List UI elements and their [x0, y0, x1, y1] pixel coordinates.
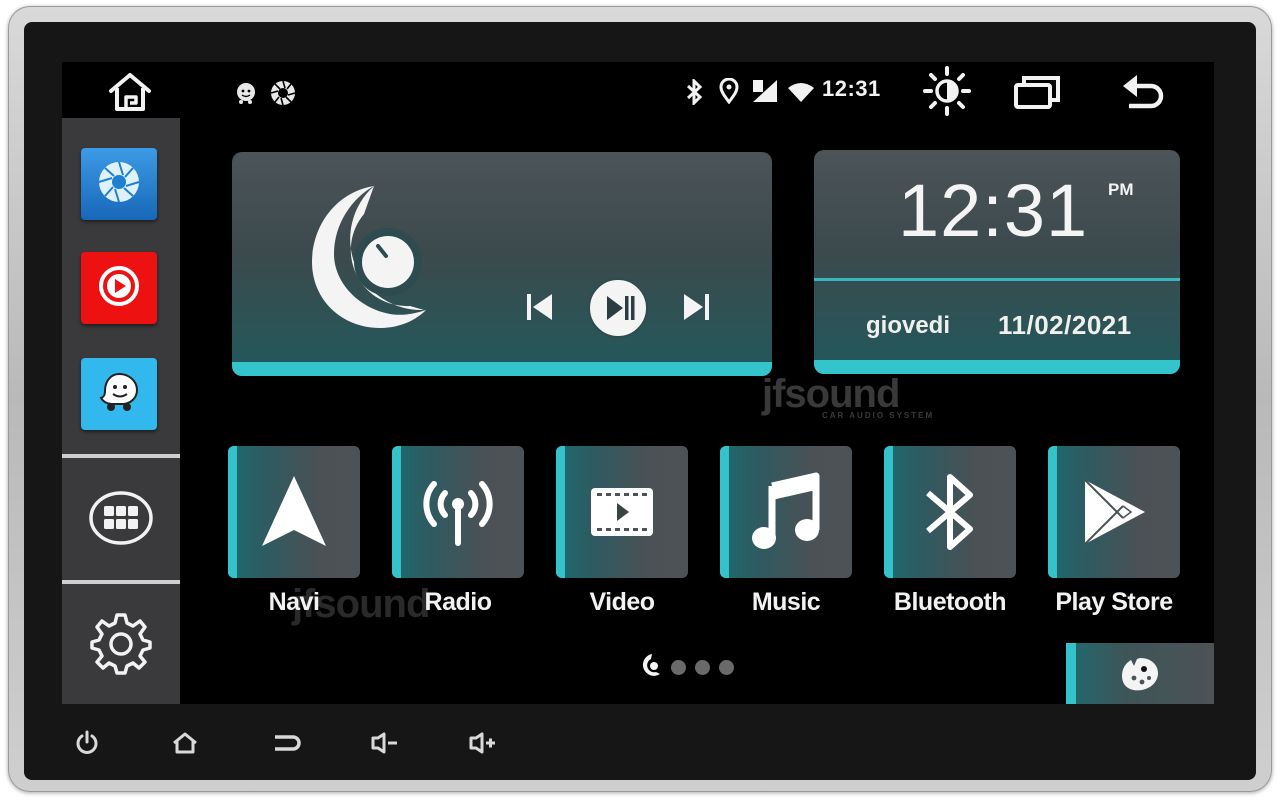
app-label: Music — [751, 588, 821, 616]
hardware-button-bar — [40, 710, 1240, 774]
app-label: Radio — [424, 588, 492, 616]
widget-accent-bar — [814, 360, 1180, 374]
widget-accent-bar — [232, 362, 772, 376]
app-label: Navi — [268, 588, 320, 616]
clock-ampm: PM — [1108, 180, 1134, 199]
play-pause-icon — [588, 278, 648, 338]
current-page-logo-icon[interactable] — [640, 652, 662, 683]
sidebar-app-camera[interactable] — [81, 148, 157, 220]
bluetooth-icon — [926, 474, 973, 550]
hardware-back-button[interactable] — [270, 726, 304, 760]
app-label: Video — [589, 588, 655, 616]
app-tile[interactable] — [1048, 446, 1180, 578]
music-widget[interactable] — [232, 152, 772, 376]
radio-antenna-icon — [423, 481, 493, 546]
play-store-icon — [1084, 479, 1145, 545]
clock-divider — [814, 278, 1180, 281]
app-tile[interactable] — [884, 446, 1016, 578]
settings-button[interactable] — [62, 586, 180, 704]
location-pin-icon — [717, 77, 741, 105]
head-unit-screen: 12:31 jfsound CAR AUDIO SYSTEM jfsound 1… — [62, 62, 1214, 704]
hardware-home-button[interactable] — [168, 726, 202, 760]
music-note-icon — [752, 472, 820, 549]
app-label: Play Store — [1055, 588, 1173, 616]
sidebar-app-waze[interactable] — [81, 358, 157, 430]
video-player-icon — [591, 488, 653, 536]
theme-button[interactable] — [1066, 643, 1214, 704]
skip-previous-icon — [527, 294, 552, 320]
status-bar: 12:31 — [62, 62, 1214, 118]
watermark: jfsound CAR AUDIO SYSTEM — [762, 372, 935, 420]
sidebar-app-youtube[interactable] — [81, 252, 157, 324]
page-dot[interactable] — [695, 660, 710, 675]
volume-down-button[interactable] — [368, 726, 402, 760]
volume-up-icon — [469, 732, 495, 754]
page-indicator — [640, 652, 734, 683]
app-tile[interactable] — [392, 446, 524, 578]
skip-next-icon — [684, 294, 709, 320]
back-icon — [275, 735, 301, 751]
previous-track-button[interactable] — [520, 287, 560, 327]
jfsound-logo-icon — [306, 182, 438, 337]
app-tile[interactable] — [228, 446, 360, 578]
status-bar-time: 12:31 — [822, 76, 881, 101]
brightness-icon[interactable] — [920, 66, 974, 116]
aperture-icon — [95, 158, 143, 211]
play-circle-icon — [95, 262, 143, 315]
home-icon — [173, 732, 197, 754]
next-track-button[interactable] — [676, 287, 716, 327]
clock-time: 12:31 — [898, 169, 1089, 252]
app-tile[interactable] — [720, 446, 852, 578]
palette-icon — [1122, 657, 1158, 690]
navigation-arrow-icon — [262, 476, 326, 546]
app-tile[interactable] — [556, 446, 688, 578]
volume-down-icon — [371, 732, 397, 754]
clock-day: giovedi — [866, 312, 951, 339]
power-button[interactable] — [70, 726, 104, 760]
all-apps-button[interactable] — [62, 460, 180, 580]
wifi-icon — [786, 79, 816, 105]
page-dot[interactable] — [671, 660, 686, 675]
cellular-signal-icon — [750, 77, 780, 105]
clock-date: 11/02/2021 — [998, 310, 1132, 340]
power-icon — [76, 730, 98, 754]
sidebar-divider — [62, 454, 180, 458]
volume-up-button[interactable] — [466, 726, 500, 760]
page-dot[interactable] — [719, 660, 734, 675]
app-label: Bluetooth — [893, 588, 1007, 616]
play-pause-button[interactable] — [586, 276, 650, 340]
notification-app-icon — [232, 80, 260, 106]
camera-aperture-icon — [268, 79, 298, 107]
gear-icon — [87, 609, 155, 682]
waze-icon — [94, 368, 144, 421]
sidebar-divider — [62, 580, 180, 584]
bluetooth-icon — [682, 78, 706, 106]
left-sidebar — [62, 118, 180, 704]
home-icon[interactable] — [104, 70, 156, 114]
recent-apps-icon[interactable] — [1012, 70, 1062, 114]
app-grid-icon — [88, 490, 154, 551]
clock-widget[interactable]: 12:31 PM giovedi 11/02/2021 — [814, 150, 1180, 374]
back-icon[interactable] — [1116, 70, 1168, 114]
